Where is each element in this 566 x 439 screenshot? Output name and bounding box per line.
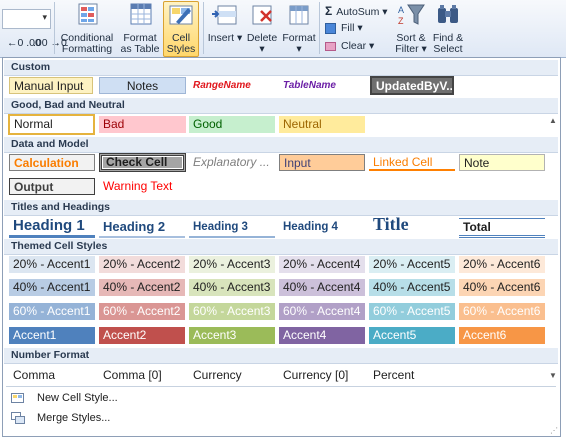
style-manual-input[interactable]: Manual Input (9, 77, 93, 94)
fill-button[interactable]: Fill ▾ (325, 22, 363, 34)
sort-filter-icon: A Z (398, 4, 425, 26)
eraser-icon (325, 41, 336, 51)
style-accent2[interactable]: Accent2 (99, 327, 185, 344)
style-linked-cell[interactable]: Linked Cell (369, 154, 455, 171)
style-40-accent5[interactable]: 40% - Accent5 (369, 279, 455, 296)
style-60-accent5[interactable]: 60% - Accent5 (369, 303, 455, 320)
style-accent4[interactable]: Accent4 (279, 327, 365, 344)
style-40-accent1[interactable]: 40% - Accent1 (9, 279, 95, 296)
style-good[interactable]: Good (189, 116, 275, 133)
style-neutral[interactable]: Neutral (279, 116, 365, 133)
ribbon-separator (54, 2, 55, 54)
style-percent[interactable]: Percent (369, 367, 455, 384)
style-warning-text[interactable]: Warning Text (99, 178, 185, 195)
sort-filter-button[interactable]: A Z Sort & Filter ▾ (393, 2, 429, 55)
style-accent5[interactable]: Accent5 (369, 327, 455, 344)
cell-styles-gallery: ▲ ▼ Custom Manual Input Notes RangeName … (2, 57, 561, 437)
menu-separator (6, 386, 556, 387)
style-40-accent6[interactable]: 40% - Accent6 (459, 279, 545, 296)
style-updatedbyv[interactable]: UpdatedByV... (370, 76, 454, 95)
style-accent1[interactable]: Accent1 (9, 327, 95, 344)
style-title[interactable]: Title (369, 213, 455, 237)
fill-down-icon (325, 22, 336, 34)
style-accent6[interactable]: Accent6 (459, 327, 545, 344)
number-format-combo[interactable] (2, 9, 51, 29)
style-40-accent2[interactable]: 40% - Accent2 (99, 279, 185, 296)
new-cell-style-icon (11, 393, 24, 404)
style-input[interactable]: Input (279, 154, 365, 171)
merge-styles-menu-item[interactable]: Merge Styles... (11, 408, 110, 428)
style-accent3[interactable]: Accent3 (189, 327, 275, 344)
style-20-accent4[interactable]: 20% - Accent4 (279, 256, 365, 273)
style-20-accent6[interactable]: 20% - Accent6 (459, 256, 545, 273)
style-currency-0[interactable]: Currency [0] (279, 367, 365, 384)
style-currency[interactable]: Currency (189, 367, 275, 384)
resize-grip-icon[interactable]: ⋰ (550, 426, 558, 435)
style-normal[interactable]: Normal (8, 114, 95, 135)
ribbon: ←0 .00 .00 →0 Conditional Formatting ▾ F… (0, 0, 566, 66)
section-header-titles-and-headings: Titles and Headings (4, 200, 558, 216)
style-heading-1[interactable]: Heading 1 (9, 216, 95, 238)
clear-button[interactable]: Clear ▾ (325, 40, 374, 52)
svg-text:Z: Z (398, 16, 404, 26)
section-header-good-bad-neutral: Good, Bad and Neutral (4, 98, 558, 114)
binoculars-icon (438, 5, 458, 23)
section-header-custom: Custom (4, 60, 558, 76)
merge-styles-icon (11, 412, 25, 425)
section-header-number-format: Number Format (4, 348, 558, 364)
style-60-accent1[interactable]: 60% - Accent1 (9, 303, 95, 320)
style-calculation[interactable]: Calculation (9, 154, 95, 171)
ribbon-separator (203, 2, 204, 54)
style-60-accent3[interactable]: 60% - Accent3 (189, 303, 275, 320)
style-comma-0[interactable]: Comma [0] (99, 367, 185, 384)
style-check-cell[interactable]: Check Cell (99, 153, 186, 172)
conditional-formatting-icon (78, 3, 98, 25)
format-cells-icon (289, 5, 309, 25)
insert-button[interactable]: Insert ▾ (207, 2, 243, 44)
style-40-accent3[interactable]: 40% - Accent3 (189, 279, 275, 296)
style-output[interactable]: Output (9, 178, 95, 195)
scroll-up-icon[interactable]: ▲ (548, 116, 558, 126)
style-20-accent2[interactable]: 20% - Accent2 (99, 256, 185, 273)
format-as-table-icon (130, 3, 152, 25)
scroll-down-icon[interactable]: ▼ (548, 371, 558, 381)
style-20-accent5[interactable]: 20% - Accent5 (369, 256, 455, 273)
style-total[interactable]: Total (459, 218, 545, 238)
section-header-data-and-model: Data and Model (4, 137, 558, 153)
format-button[interactable]: Format ▾ (281, 2, 317, 55)
style-comma[interactable]: Comma (9, 367, 95, 384)
new-cell-style-menu-item[interactable]: New Cell Style... (11, 388, 118, 408)
section-header-themed-cell-styles: Themed Cell Styles (4, 239, 558, 255)
style-heading-3[interactable]: Heading 3 (189, 219, 275, 238)
style-explanatory[interactable]: Explanatory ... (189, 154, 275, 171)
autosum-button[interactable]: Σ AutoSum ▾ (325, 4, 388, 18)
style-bad[interactable]: Bad (99, 116, 186, 133)
style-heading-4[interactable]: Heading 4 (279, 219, 365, 238)
svg-text:A: A (398, 5, 404, 15)
cell-styles-button[interactable]: Cell Styles ▾ (163, 1, 199, 66)
sigma-icon: Σ (325, 4, 333, 18)
style-rangename[interactable]: RangeName (189, 77, 277, 94)
style-60-accent2[interactable]: 60% - Accent2 (99, 303, 185, 320)
style-60-accent4[interactable]: 60% - Accent4 (279, 303, 365, 320)
style-note[interactable]: Note (459, 154, 545, 171)
style-60-accent6[interactable]: 60% - Accent6 (459, 303, 545, 320)
style-20-accent3[interactable]: 20% - Accent3 (189, 256, 275, 273)
style-notes[interactable]: Notes (99, 77, 186, 94)
delete-button[interactable]: Delete ▾ (244, 2, 280, 55)
delete-cells-icon (252, 5, 272, 25)
style-tablename[interactable]: TableName (279, 77, 367, 94)
style-heading-2[interactable]: Heading 2 (99, 218, 185, 238)
style-20-accent1[interactable]: 20% - Accent1 (9, 256, 95, 273)
ribbon-separator (319, 2, 320, 54)
style-40-accent4[interactable]: 40% - Accent4 (279, 279, 365, 296)
insert-cells-icon (212, 5, 237, 25)
cell-styles-icon (169, 5, 193, 25)
